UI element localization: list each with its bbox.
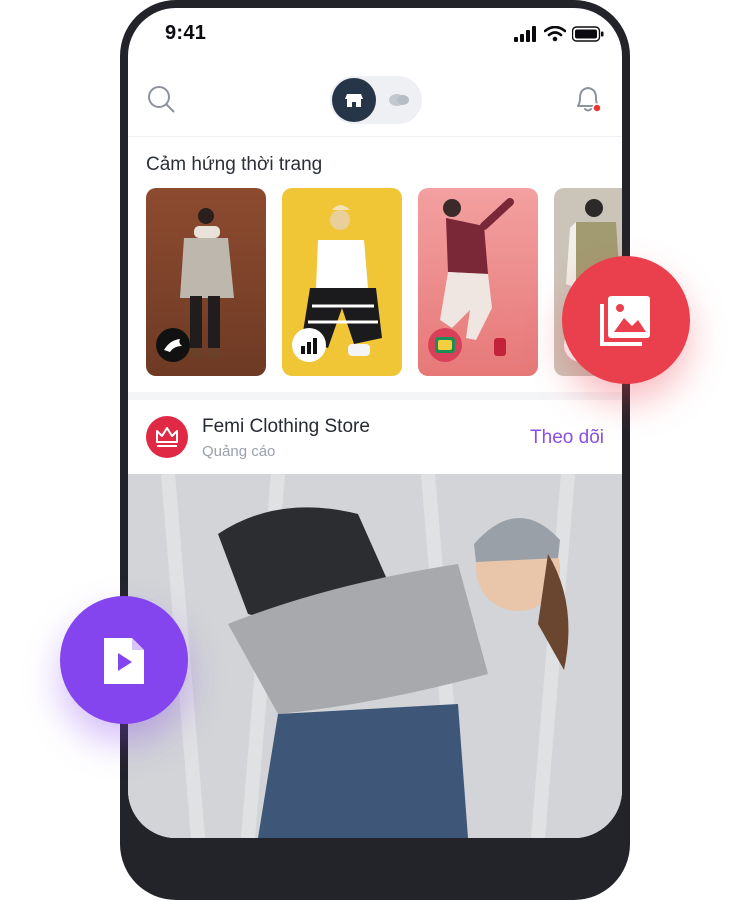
- video-file-icon: [104, 638, 144, 684]
- signal-icon: [514, 26, 536, 42]
- gallery-fab[interactable]: [562, 256, 690, 384]
- ad-label: Quảng cáo: [202, 443, 276, 460]
- puma-logo: [156, 328, 190, 362]
- status-bar: 9:41: [128, 8, 622, 62]
- phone-screen: 9:41 Cảm hứng thời trang Femi Clothing S…: [128, 8, 622, 838]
- social-icon: [389, 94, 409, 106]
- story-card[interactable]: [418, 188, 538, 376]
- battery-icon: [572, 26, 604, 42]
- app-header: [128, 68, 622, 137]
- gucci-logo: [428, 328, 462, 362]
- gallery-icon: [600, 296, 650, 346]
- store-avatar[interactable]: [146, 416, 188, 458]
- adidas-logo: [292, 328, 326, 362]
- crown-icon: [156, 427, 178, 447]
- notification-button[interactable]: [572, 82, 604, 116]
- search-icon: [148, 86, 175, 113]
- search-button[interactable]: [146, 84, 176, 114]
- status-time: 9:41: [165, 22, 207, 44]
- status-icons: [514, 26, 604, 42]
- section-title: Cảm hứng thời trang: [146, 154, 323, 175]
- post-photo: [128, 474, 622, 838]
- store-toggle-button[interactable]: [332, 78, 376, 122]
- store-name[interactable]: Femi Clothing Store: [202, 416, 370, 438]
- video-fab[interactable]: [60, 596, 188, 724]
- feed-toggle: [330, 76, 422, 124]
- bell-icon: [577, 87, 602, 113]
- ad-post-header: Femi Clothing Store Quảng cáo Theo dõi: [128, 400, 622, 474]
- store-icon: [345, 94, 363, 107]
- wifi-icon: [544, 26, 566, 42]
- social-toggle-button[interactable]: [380, 78, 420, 122]
- post-image[interactable]: [128, 474, 622, 838]
- story-card[interactable]: [282, 188, 402, 376]
- follow-button[interactable]: Theo dõi: [530, 427, 604, 449]
- section-divider: [128, 392, 622, 400]
- story-card[interactable]: [146, 188, 266, 376]
